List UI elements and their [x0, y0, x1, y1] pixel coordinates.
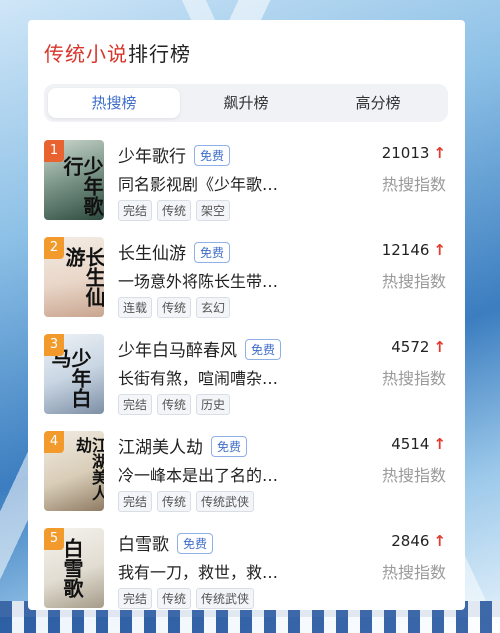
rank-badge: 2 — [44, 237, 64, 259]
book-cover[interactable]: 白雪歌 5 — [44, 528, 104, 608]
page-title: 传统小说排行榜 — [44, 38, 191, 67]
hot-index-label: 热搜指数 — [381, 272, 446, 291]
book-description: 长街有煞，喧闹嘈杂… — [118, 369, 279, 388]
score-value: 4572 — [391, 338, 430, 356]
tag-genre: 架空 — [196, 200, 231, 221]
book-title[interactable]: 少年歌行 免费 — [118, 142, 231, 167]
free-badge: 免费 — [194, 242, 231, 263]
hot-index-label: 热搜指数 — [381, 563, 446, 582]
list-item[interactable]: 少年歌行 1 少年歌行 免费 21013 ↑ 同名影视剧《少年歌… 热搜指数 完结传… — [44, 140, 448, 226]
score-value: 2846 — [391, 532, 430, 550]
book-title[interactable]: 江湖美人劫 免费 — [118, 433, 248, 458]
free-badge: 免费 — [194, 145, 231, 166]
tag-status: 连载 — [118, 297, 153, 318]
cover-title: 长生仙游 — [62, 247, 104, 307]
list-item[interactable]: 长生仙游 2 长生仙游 免费 12146 ↑ 一场意外将陈长生带… 热搜指数 连载传… — [44, 237, 448, 323]
tag-status: 完结 — [118, 394, 153, 415]
free-badge: 免费 — [211, 436, 248, 457]
tag-status: 完结 — [118, 588, 153, 609]
arrow-up-icon: ↑ — [433, 241, 446, 259]
book-title-text: 江湖美人劫 — [118, 438, 203, 458]
hot-score: 12146 ↑ — [382, 241, 446, 259]
arrow-up-icon: ↑ — [433, 144, 446, 162]
book-title[interactable]: 白雪歌 免费 — [118, 530, 214, 555]
rank-badge: 5 — [44, 528, 64, 550]
hot-index-label: 热搜指数 — [381, 369, 446, 388]
list-item[interactable]: 少年白马 3 少年白马醉春风 免费 4572 ↑ 长街有煞，喧闹嘈杂… 热搜指数 完… — [44, 334, 448, 420]
title-suffix: 排行榜 — [128, 42, 191, 66]
rank-badge: 1 — [44, 140, 64, 162]
tab-rising[interactable]: 飙升榜 — [180, 88, 312, 118]
hot-score: 4514 ↑ — [391, 435, 446, 453]
list-item[interactable]: 白雪歌 5 白雪歌 免费 2846 ↑ 我有一刀，救世，救… 热搜指数 完结 传统 传统… — [44, 528, 448, 614]
tag-list: 完结 传统 传统武侠 — [118, 588, 259, 609]
cover-title: 少年歌行 — [60, 156, 104, 216]
ranking-tabs: 热搜榜 飙升榜 高分榜 — [44, 84, 448, 122]
book-title-text: 长生仙游 — [118, 244, 186, 264]
tag-list: 完结 传统 历史 — [118, 394, 235, 415]
book-cover[interactable]: 少年歌行 1 — [44, 140, 104, 220]
book-cover[interactable]: 江湖美人劫 4 — [44, 431, 104, 511]
tag-genre: 玄幻 — [196, 297, 231, 318]
cover-title: 江湖美人劫 — [73, 437, 104, 501]
ranking-card: 传统小说排行榜 热搜榜 飙升榜 高分榜 少年歌行 1 少年歌行 免费 21013 ↑… — [28, 20, 465, 610]
tag-status: 完结 — [118, 200, 153, 221]
title-highlight: 传统小说 — [44, 42, 128, 66]
hot-score: 21013 ↑ — [382, 144, 446, 162]
score-value: 4514 — [391, 435, 430, 453]
hot-score: 4572 ↑ — [391, 338, 446, 356]
cover-title: 少年白马 — [48, 348, 92, 408]
hot-index-label: 热搜指数 — [381, 175, 446, 194]
arrow-up-icon: ↑ — [433, 338, 446, 356]
book-title-text: 少年白马醉春风 — [118, 341, 237, 361]
tag-status: 完结 — [118, 491, 153, 512]
book-description: 同名影视剧《少年歌… — [118, 175, 279, 194]
arrow-up-icon: ↑ — [433, 532, 446, 550]
tag-list: 连载 传统 玄幻 — [118, 297, 235, 318]
book-title-text: 少年歌行 — [118, 147, 186, 167]
rank-badge: 4 — [44, 431, 64, 453]
book-cover[interactable]: 长生仙游 2 — [44, 237, 104, 317]
tag-genre: 历史 — [196, 394, 231, 415]
arrow-up-icon: ↑ — [433, 435, 446, 453]
hot-score: 2846 ↑ — [391, 532, 446, 550]
tag-category: 传统 — [157, 491, 192, 512]
score-value: 21013 — [381, 144, 430, 162]
tag-genre: 传统武侠 — [196, 491, 255, 512]
free-badge: 免费 — [245, 339, 282, 360]
cover-title: 白雪歌 — [60, 538, 84, 598]
tag-category: 传统 — [157, 588, 192, 609]
tab-hot-search[interactable]: 热搜榜 — [48, 88, 180, 118]
tag-category: 传统 — [157, 394, 192, 415]
tag-list: 完结 传统 传统武侠 — [118, 491, 259, 512]
score-value: 12146 — [381, 241, 430, 259]
tab-top-rated[interactable]: 高分榜 — [312, 88, 444, 118]
book-title-text: 白雪歌 — [118, 535, 169, 555]
book-title[interactable]: 少年白马醉春风 免费 — [118, 336, 282, 361]
free-badge: 免费 — [177, 533, 214, 554]
tag-genre: 传统武侠 — [196, 588, 255, 609]
book-description: 一场意外将陈长生带… — [118, 272, 279, 291]
rank-badge: 3 — [44, 334, 64, 356]
book-cover[interactable]: 少年白马 3 — [44, 334, 104, 414]
list-item[interactable]: 江湖美人劫 4 江湖美人劫 免费 4514 ↑ 冷一峰本是出了名的… 热搜指数 完结… — [44, 431, 448, 517]
book-description: 我有一刀，救世，救… — [118, 563, 279, 582]
tag-list: 完结 传统 架空 — [118, 200, 235, 221]
hot-index-label: 热搜指数 — [381, 466, 446, 485]
tag-category: 传统 — [157, 297, 192, 318]
tag-category: 传统 — [157, 200, 192, 221]
book-title[interactable]: 长生仙游 免费 — [118, 239, 231, 264]
book-description: 冷一峰本是出了名的… — [118, 466, 279, 485]
